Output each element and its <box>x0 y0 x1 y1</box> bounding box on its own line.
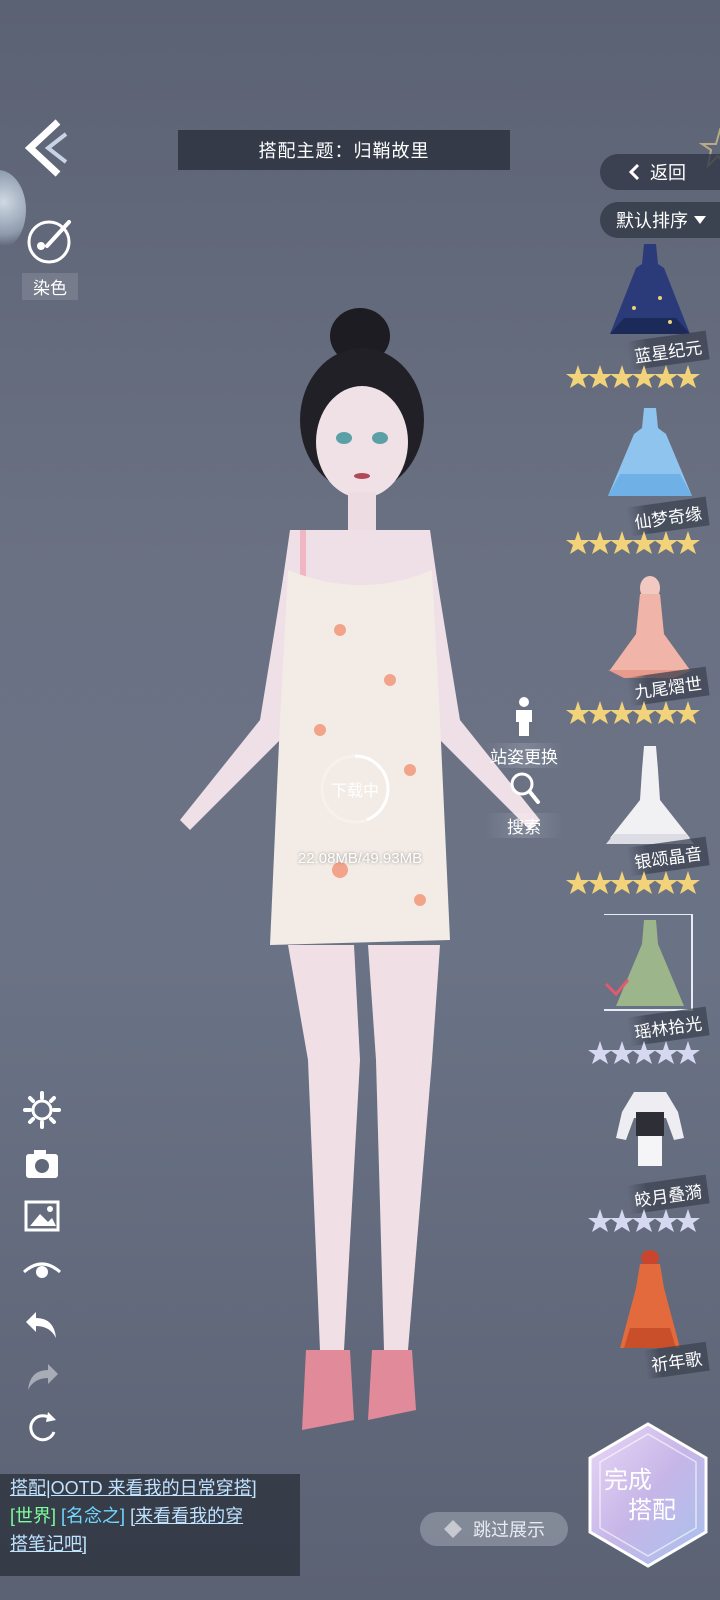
chat-line-3[interactable]: 搭笔记吧] <box>0 1530 300 1558</box>
sort-dropdown[interactable]: 默认排序 <box>600 202 720 238</box>
palette-brush-icon <box>27 220 71 264</box>
rating-stars <box>588 1209 700 1232</box>
search-button[interactable]: 搜索 <box>484 770 564 838</box>
chat-message-part[interactable]: [来看看我的穿 <box>130 1506 243 1526</box>
chat-username[interactable]: [名念之] <box>61 1506 125 1526</box>
chat-line-2: [世界] [名念之] [来看看我的穿 <box>0 1502 300 1530</box>
chat-line-1[interactable]: 搭配|OOTD 来看我的日常穿搭] <box>0 1474 300 1502</box>
outfit-item-1[interactable]: 蓝星纪元 <box>566 238 720 408</box>
refresh-icon[interactable] <box>22 1408 62 1448</box>
outfit-item-7[interactable]: 祈年歌 <box>566 1248 720 1418</box>
character-model <box>180 308 540 1430</box>
search-label: 搜索 <box>484 813 564 838</box>
chat-box[interactable]: 搭配|OOTD 来看我的日常穿搭] [世界] [名念之] [来看看我的穿 搭笔记… <box>0 1474 300 1576</box>
skip-label: 跳过展示 <box>473 1520 545 1540</box>
diamond-icon <box>444 1520 462 1538</box>
world-channel-tag: [世界] <box>10 1506 57 1526</box>
dye-label: 染色 <box>22 273 78 300</box>
redo-icon[interactable] <box>22 1356 62 1396</box>
dye-button[interactable]: 染色 <box>22 216 78 300</box>
rating-stars <box>566 871 700 894</box>
camera-icon[interactable] <box>22 1144 62 1184</box>
rating-stars <box>588 1041 700 1064</box>
back-chevron-icon[interactable] <box>22 118 70 178</box>
settings-icon[interactable] <box>22 1090 62 1130</box>
return-label: 返回 <box>650 163 686 183</box>
pose-change-button[interactable]: 站姿更换 <box>484 696 564 768</box>
theme-title-bar: 搭配主题：归鞘故里 <box>178 130 510 170</box>
eye-icon[interactable] <box>22 1250 62 1290</box>
outfit-item-6[interactable]: 皎月叠漪 <box>566 1082 720 1252</box>
rating-stars <box>566 531 700 554</box>
sort-label: 默认排序 <box>616 211 688 231</box>
outfit-item-4[interactable]: 银颂晶音 <box>566 744 720 914</box>
outfit-item-5-selected[interactable]: 瑶林拾光 <box>566 914 720 1084</box>
rating-stars <box>566 365 700 388</box>
outfit-item-2[interactable]: 仙梦奇缘 <box>566 404 720 574</box>
theme-title: 搭配主题：归鞘故里 <box>258 141 430 161</box>
caret-down-icon <box>694 216 706 224</box>
finish-label-line2: 搭配 <box>628 1496 676 1524</box>
undo-icon[interactable] <box>22 1304 62 1344</box>
pose-change-label: 站姿更换 <box>484 743 564 768</box>
skip-showcase-button[interactable]: 跳过展示 <box>420 1512 568 1546</box>
chevron-left-icon <box>628 164 640 180</box>
image-icon[interactable] <box>22 1196 62 1236</box>
person-icon <box>516 697 532 736</box>
outfit-item-3[interactable]: 九尾熠世 <box>566 574 720 744</box>
rating-stars <box>566 701 700 724</box>
loading-label: 下载中 <box>330 783 379 800</box>
return-button[interactable]: 返回 <box>600 154 720 190</box>
download-size-text: 22.08MB/49.93MB <box>297 850 423 867</box>
magnifier-icon <box>510 772 540 804</box>
